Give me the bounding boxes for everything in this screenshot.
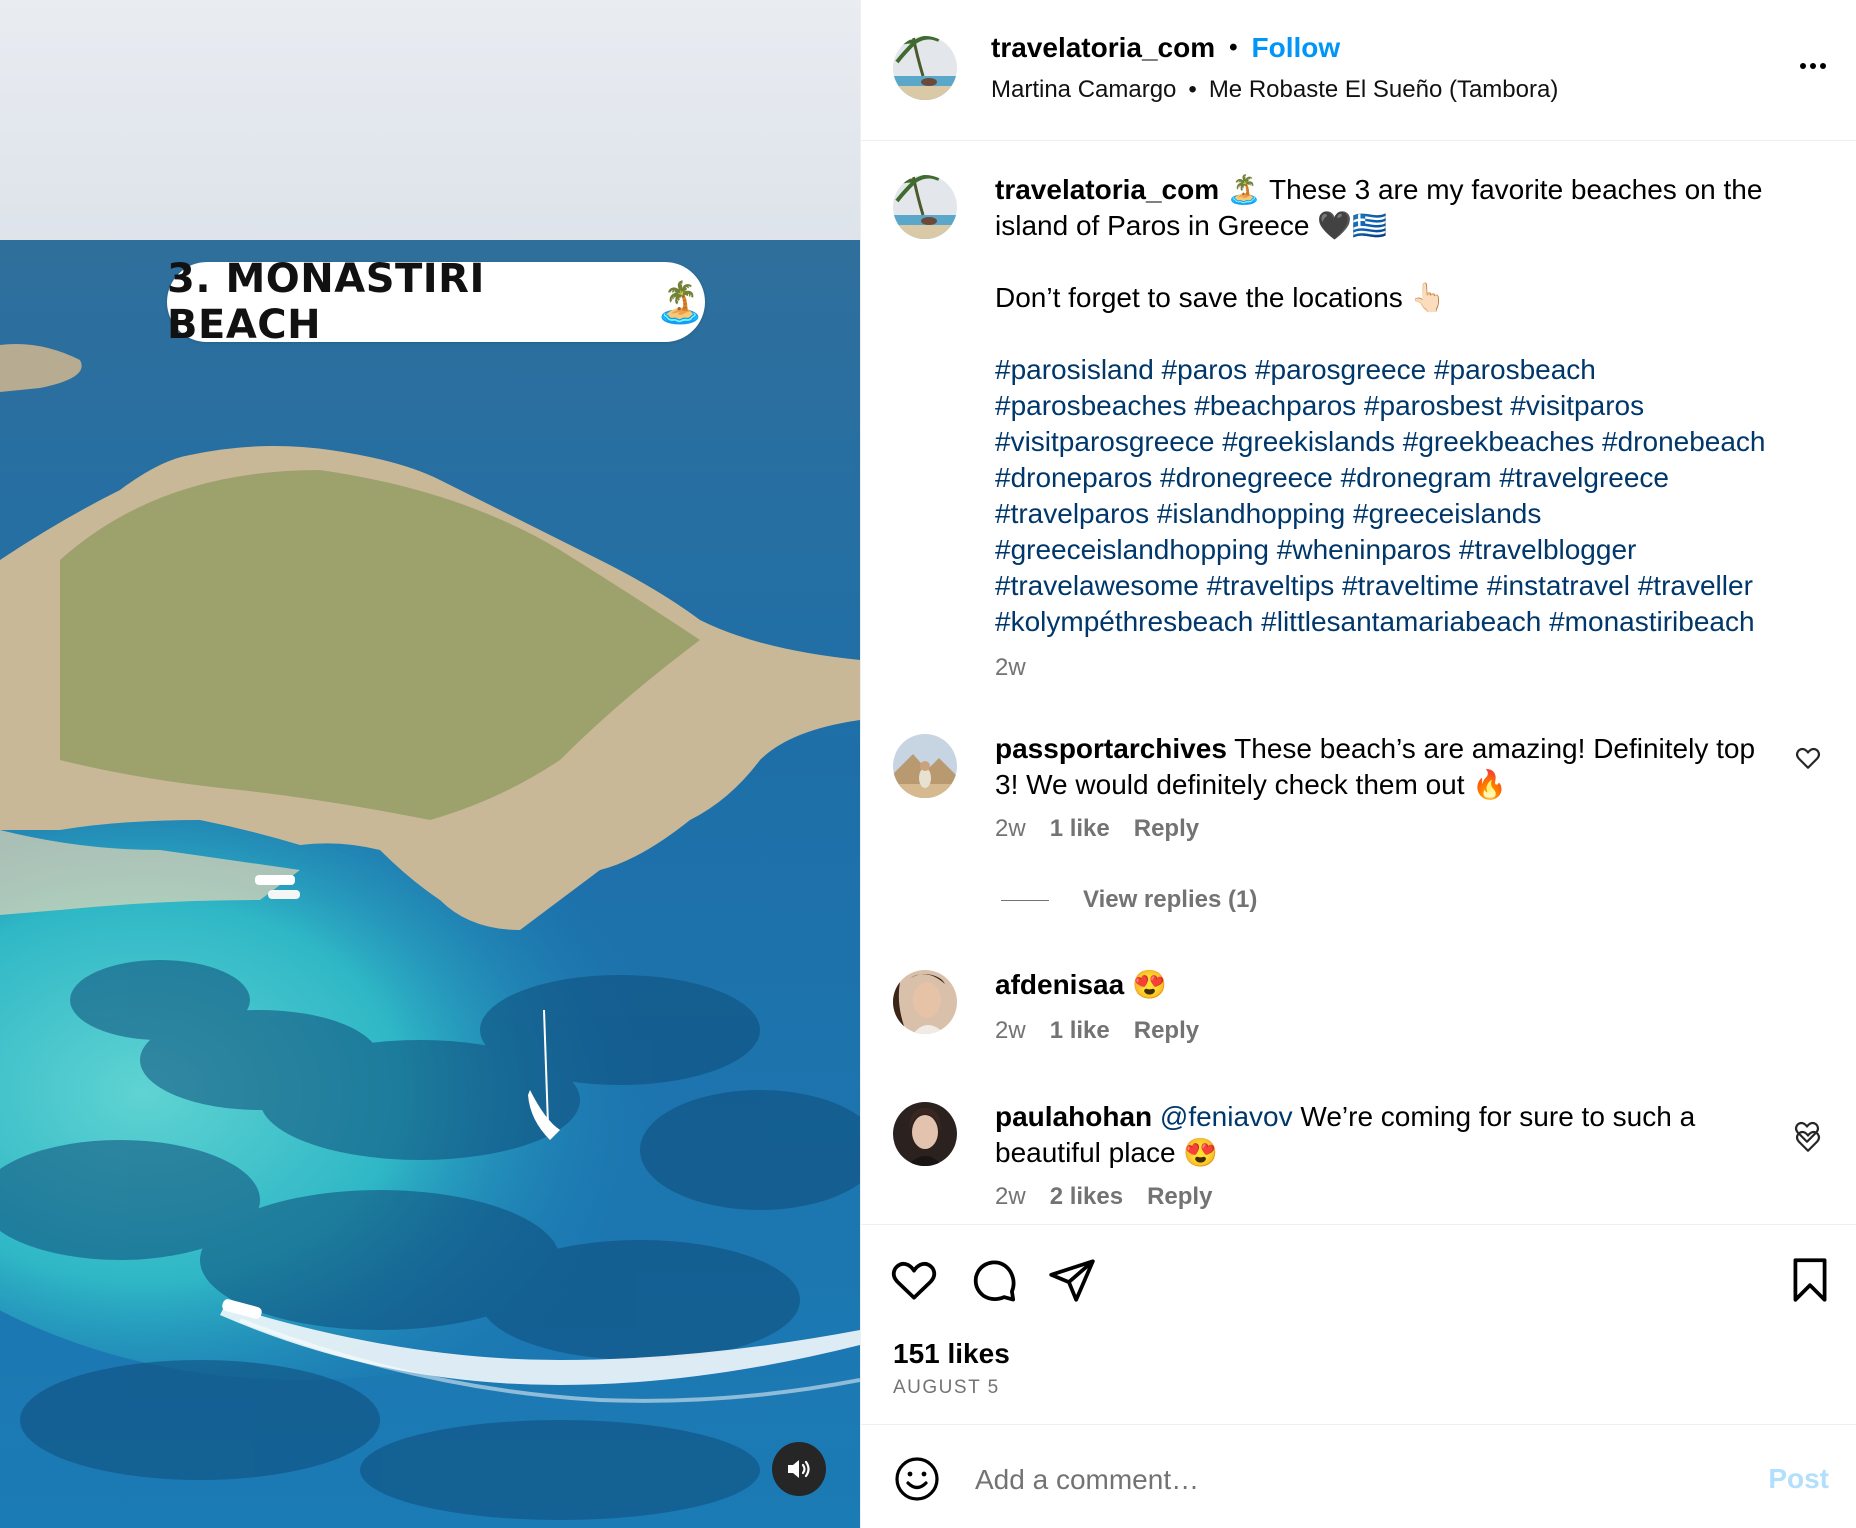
view-replies-button[interactable]: View replies (1) [1001,886,1257,914]
follow-button[interactable]: Follow [1252,32,1341,64]
audio-track[interactable]: Me Robaste El Sueño (Tambora) [1209,76,1559,104]
comment-likes[interactable]: 2 likes [1050,1183,1123,1211]
caption-hashtags[interactable]: #parosisland #paros #parosgreece #parosb… [995,352,1785,640]
author-username[interactable]: travelatoria_com [991,32,1215,64]
emoji-smile-icon[interactable] [893,1455,941,1503]
post-video[interactable]: 3. MONASTIRI BEACH 🏝️ [0,0,860,1528]
caption-body: travelatoria_com 🏝️ These 3 are my favor… [995,172,1785,640]
comment-username[interactable]: paulahohan [995,1101,1152,1132]
add-comment-bar: Post [861,1424,1856,1528]
comment-time[interactable]: 2w [995,1183,1026,1211]
post-sidebar: travelatoria_com • Follow Martina Camarg… [860,0,1856,1528]
aerial-beach-image [0,0,860,1528]
separator-dot: • [1229,34,1238,61]
share-paper-plane-icon[interactable] [1047,1255,1097,1305]
comments-list[interactable]: travelatoria_com 🏝️ These 3 are my favor… [861,141,1856,1224]
post-dialog: 3. MONASTIRI BEACH 🏝️ travelatoria_com •… [0,0,1856,1528]
add-comment-input[interactable] [973,1455,1737,1505]
post-comment-button[interactable]: Post [1768,1463,1829,1495]
comment-body: passportarchives These beach’s are amazi… [995,731,1785,803]
reply-button[interactable]: Reply [1134,1017,1199,1045]
overlay-text: 3. MONASTIRI BEACH [167,256,485,348]
audio-separator: • [1188,76,1197,103]
likes-count[interactable]: 151 likes [893,1338,1010,1370]
view-replies-line [1001,899,1049,901]
post-header: travelatoria_com • Follow Martina Camarg… [861,0,1856,141]
author-avatar[interactable] [893,36,957,100]
island-emoji: 🏝️ [655,280,705,325]
comment-body: afdenisaa 😍 [995,967,1785,1003]
comment-like-heart-icon[interactable] [1794,1119,1820,1145]
video-caption-overlay: 3. MONASTIRI BEACH 🏝️ [167,256,705,348]
comment-meta: 2w 1 like Reply [995,1017,1199,1045]
header-user-line: travelatoria_com • Follow [991,32,1340,64]
more-dot [1820,63,1826,69]
reply-button[interactable]: Reply [1134,815,1199,843]
caption-text-2: Don’t forget to save the locations 👆🏻 [995,282,1446,313]
comment-time[interactable]: 2w [995,815,1026,843]
comment-username[interactable]: afdenisaa [995,969,1124,1000]
comment-body: paulahohan @feniavov We’re coming for su… [995,1099,1785,1171]
caption-avatar[interactable] [893,175,957,239]
comment-meta: 2w 2 likes Reply [995,1183,1212,1211]
caption-time[interactable]: 2w [995,654,1026,682]
commenter-avatar[interactable] [893,970,957,1034]
save-bookmark-icon[interactable] [1785,1255,1835,1305]
view-replies-label: View replies (1) [1083,886,1258,913]
post-date[interactable]: AUGUST 5 [893,1377,1000,1399]
caption-username[interactable]: travelatoria_com [995,174,1219,205]
comment-username[interactable]: passportarchives [995,733,1227,764]
speaker-icon [788,1460,810,1478]
comment-mention[interactable]: @feniavov [1152,1101,1293,1132]
commenter-avatar[interactable] [893,734,957,798]
comment-like-heart-icon[interactable] [1795,745,1821,771]
post-actions: 151 likes AUGUST 5 [861,1224,1856,1424]
more-dots-icon [1800,63,1806,69]
comment-text: 😍 [1124,969,1167,1000]
comment-meta: 2w 1 like Reply [995,815,1199,843]
audio-artist[interactable]: Martina Camargo [991,76,1176,104]
more-dot [1810,63,1816,69]
reply-button[interactable]: Reply [1147,1183,1212,1211]
comment-bubble-icon[interactable] [969,1255,1019,1305]
comment-time[interactable]: 2w [995,1017,1026,1045]
audio-info[interactable]: Martina Camargo • Me Robaste El Sueño (T… [991,76,1558,104]
comment-likes[interactable]: 1 like [1050,815,1110,843]
caption-meta: 2w [995,654,1026,682]
more-options-button[interactable] [1793,46,1833,86]
comment-likes[interactable]: 1 like [1050,1017,1110,1045]
like-heart-icon[interactable] [889,1255,939,1305]
sound-toggle-button[interactable] [772,1442,826,1496]
commenter-avatar[interactable] [893,1102,957,1166]
